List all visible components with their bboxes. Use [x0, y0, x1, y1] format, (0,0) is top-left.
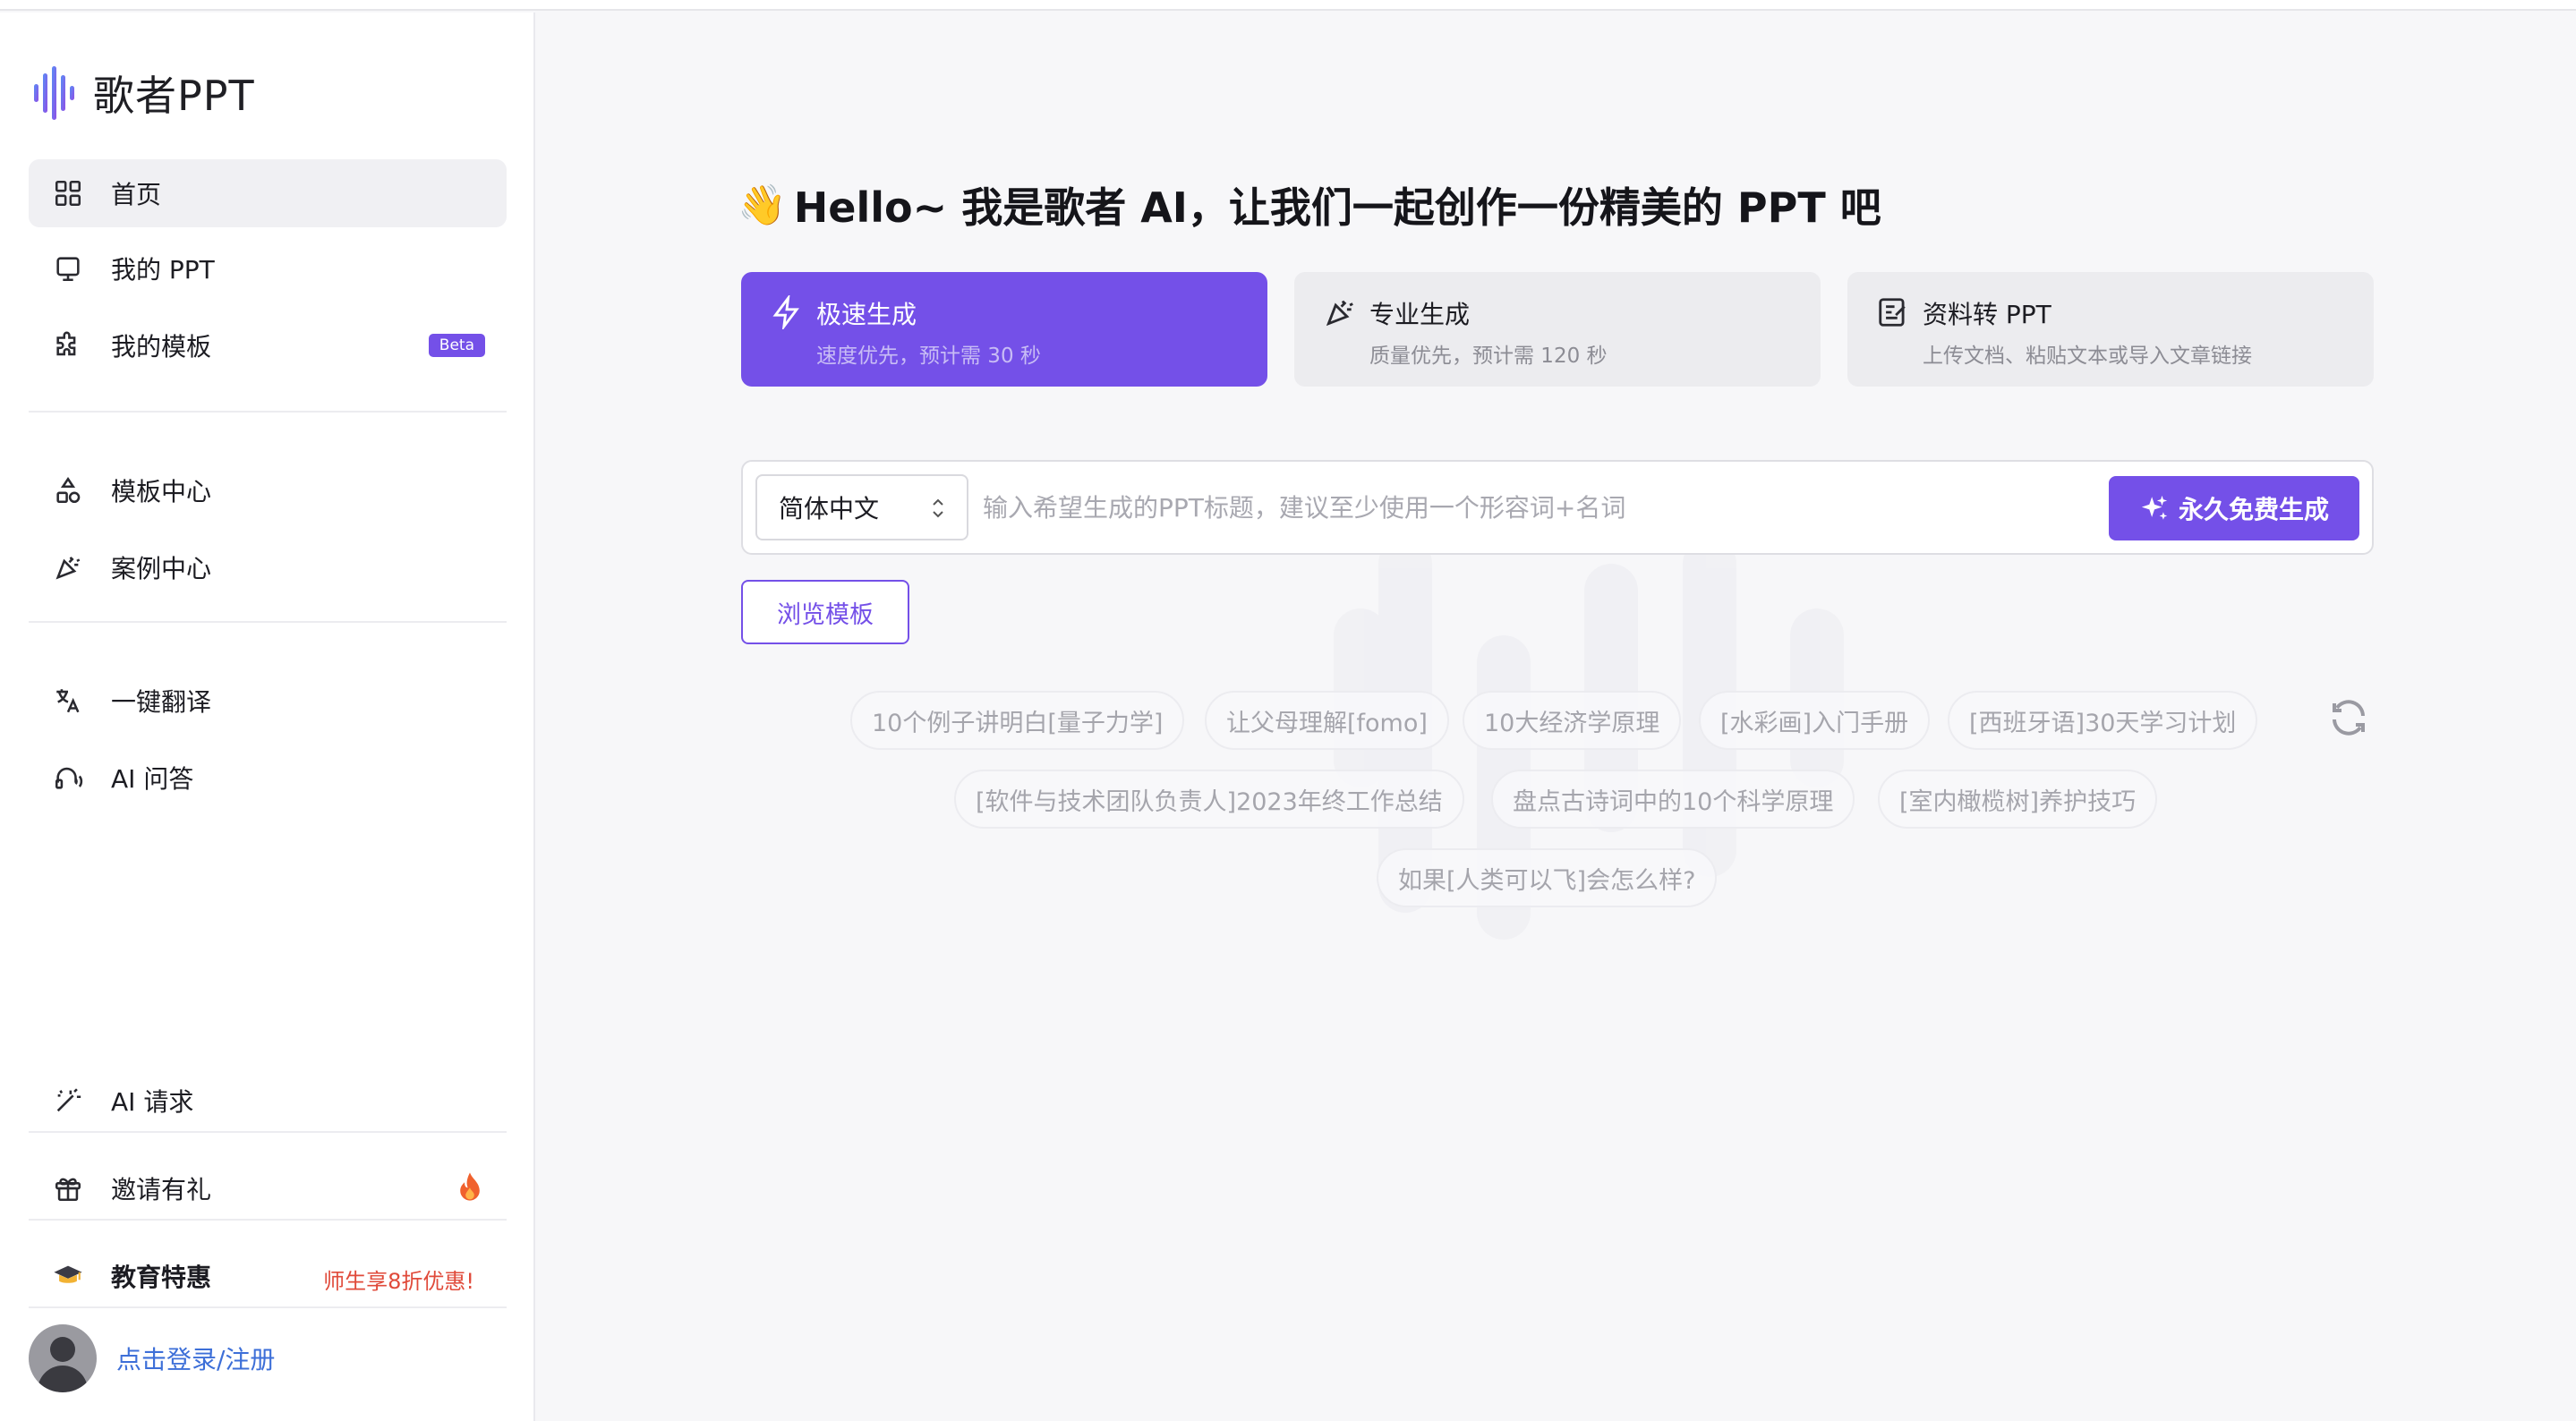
mode-subtitle: 质量优先，预计需 120 秒: [1369, 345, 1608, 368]
suggestion-chip[interactable]: 让父母理解[fomo]: [1205, 691, 1449, 750]
avatar: [29, 1324, 97, 1392]
logo[interactable]: 歌者PPT: [30, 57, 255, 129]
sidebar-item-label: 案例中心: [111, 554, 212, 583]
page-title: 👋 Hello~ 我是歌者 AI，让我们一起创作一份精美的 PPT 吧: [738, 175, 1881, 234]
prompt-bar: 简体中文 永久免费生成: [741, 460, 2374, 555]
login-row[interactable]: 点击登录/注册: [29, 1324, 275, 1392]
fire-icon: [456, 1170, 483, 1210]
monitor-icon: [52, 252, 84, 285]
headset-icon: [52, 762, 84, 794]
suggestion-chip[interactable]: 盘点古诗词中的10个科学原理: [1491, 770, 1855, 829]
sidebar-item-label: AI 请求: [111, 1087, 194, 1117]
sidebar-item-label: 我的 PPT: [111, 255, 215, 285]
mode-subtitle: 速度优先，预计需 30 秒: [816, 345, 1041, 368]
edit-doc-icon: [1879, 298, 1906, 327]
grid-icon: [52, 177, 84, 209]
browse-templates-button[interactable]: 浏览模板: [741, 580, 909, 644]
suggestion-chip[interactable]: 10个例子讲明白[量子力学]: [850, 691, 1185, 750]
mode-card-document[interactable]: 资料转 PPT 上传文档、粘贴文本或导入文章链接: [1847, 272, 2374, 387]
language-select[interactable]: 简体中文: [755, 474, 968, 540]
sidebar-item-label: 我的模板: [111, 332, 212, 362]
sidebar-divider: [29, 411, 507, 413]
shapes-icon: [52, 474, 84, 506]
refresh-icon[interactable]: [2327, 696, 2370, 739]
suggestion-chip[interactable]: [水彩画]入门手册: [1699, 691, 1931, 750]
logo-icon: [34, 66, 74, 120]
mode-card-fast[interactable]: 极速生成 速度优先，预计需 30 秒: [741, 272, 1267, 387]
magic-wand-icon: [52, 1085, 84, 1117]
generate-button-label: 永久免费生成: [2178, 495, 2329, 524]
sidebar-item-case-center[interactable]: 案例中心: [29, 533, 507, 601]
party-popper-icon: [52, 551, 84, 583]
sidebar-item-label: 一键翻译: [111, 687, 212, 717]
suggestion-chip[interactable]: [软件与技术团队负责人]2023年终工作总结: [954, 770, 1464, 829]
sparkle-icon: [2141, 495, 2168, 520]
greeting-text: Hello~ 我是歌者 AI，让我们一起创作一份精美的 PPT 吧: [793, 183, 1881, 232]
mode-title: 极速生成: [816, 300, 917, 329]
sidebar-item-label: 首页: [111, 180, 162, 209]
mode-card-professional[interactable]: 专业生成 质量优先，预计需 120 秒: [1294, 272, 1821, 387]
sidebar-divider: [29, 621, 507, 623]
sidebar-divider: [29, 1219, 507, 1221]
app-name: 歌者PPT: [93, 72, 255, 120]
suggestion-chip[interactable]: 如果[人类可以飞]会怎么样?: [1377, 848, 1718, 907]
sidebar-item-invite[interactable]: 邀请有礼: [29, 1154, 507, 1222]
sidebar-divider: [29, 1306, 507, 1308]
suggestion-chip[interactable]: 10大经济学原理: [1463, 691, 1682, 750]
suggestion-chip[interactable]: [西班牙语]30天学习计划: [1948, 691, 2258, 750]
sidebar-item-label: 模板中心: [111, 477, 212, 506]
login-link[interactable]: 点击登录/注册: [116, 1340, 275, 1376]
suggestion-chip[interactable]: [室内橄榄树]养护技巧: [1878, 770, 2158, 829]
chevron-updown-icon: [933, 498, 943, 518]
beta-badge: Beta: [428, 334, 485, 357]
generate-button[interactable]: 永久免费生成: [2109, 476, 2359, 540]
sidebar-item-my-ppt[interactable]: 我的 PPT: [29, 234, 507, 302]
sidebar-item-label: 教育特惠: [111, 1263, 212, 1292]
mode-title: 资料转 PPT: [1923, 300, 2051, 329]
puzzle-icon: [52, 329, 84, 362]
sidebar-item-education[interactable]: 教育特惠 师生享8折优惠!: [29, 1242, 507, 1310]
sidebar-item-label: AI 问答: [111, 764, 194, 794]
window-top-border: [0, 0, 2576, 11]
language-value: 简体中文: [779, 494, 880, 523]
sidebar-item-template-center[interactable]: 模板中心: [29, 456, 507, 524]
sidebar-divider: [29, 1131, 507, 1133]
translate-icon: [52, 685, 84, 717]
prompt-input[interactable]: [983, 474, 2102, 540]
party-popper-icon: [1326, 300, 1353, 327]
waving-hand-icon: 👋: [738, 183, 787, 228]
sidebar-item-translate[interactable]: 一键翻译: [29, 667, 507, 735]
sidebar-item-ai-qa[interactable]: AI 问答: [29, 744, 507, 812]
sidebar-item-home[interactable]: 首页: [29, 159, 507, 227]
sidebar-item-my-templates[interactable]: 我的模板 Beta: [29, 311, 507, 379]
gift-icon: [52, 1172, 84, 1204]
lightning-icon: [772, 295, 799, 329]
sidebar: 歌者PPT 首页 我的 PPT 我的模板 Beta 模板中心 案例中心 一键翻译…: [0, 13, 535, 1421]
mode-title: 专业生成: [1369, 300, 1471, 329]
sidebar-item-label: 邀请有礼: [111, 1175, 212, 1204]
sidebar-item-ai-requests[interactable]: AI 请求: [29, 1067, 507, 1135]
mode-subtitle: 上传文档、粘贴文本或导入文章链接: [1923, 345, 2252, 368]
graduation-cap-icon: [52, 1260, 84, 1292]
education-promo-text: 师生享8折优惠!: [323, 1269, 474, 1294]
